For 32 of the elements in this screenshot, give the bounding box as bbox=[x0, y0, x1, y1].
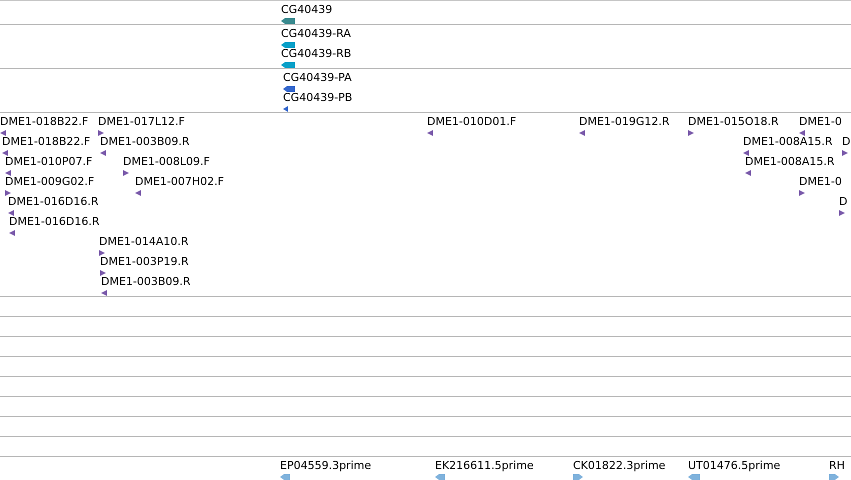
feature-label: EP04559.3prime bbox=[280, 459, 372, 472]
feature-label: DME1-008A15.R bbox=[743, 135, 833, 148]
feature-label: UT01476.5prime bbox=[688, 459, 780, 472]
feature-label: CG40439-PB bbox=[283, 91, 352, 104]
feature-label: DME1-008L09.F bbox=[123, 155, 210, 168]
feature-label: EK216611.5prime bbox=[435, 459, 534, 472]
feature-label: D bbox=[839, 195, 848, 208]
feature-label: DME1-0 bbox=[799, 115, 842, 128]
feature-label: D bbox=[842, 135, 850, 148]
feature-label: DME1-008A15.R bbox=[745, 155, 835, 168]
feature-label: DME1-010P07.F bbox=[5, 155, 92, 168]
feature-label: DME1-018B22.F bbox=[2, 135, 90, 148]
feature-label: RH bbox=[829, 459, 845, 472]
feature-label: DME1-009G02.F bbox=[5, 175, 94, 188]
feature-label: DME1-003P19.R bbox=[100, 255, 189, 268]
feature-label: DME1-014A10.R bbox=[99, 235, 189, 248]
feature-label: CG40439 bbox=[281, 3, 332, 16]
feature-label: CG40439-RA bbox=[281, 27, 351, 40]
feature-label: DME1-017L12.F bbox=[98, 115, 185, 128]
feature-label: DME1-0 bbox=[799, 175, 842, 188]
feature-label: DME1-003B09.R bbox=[100, 135, 190, 148]
feature-label: DME1-007H02.F bbox=[135, 175, 224, 188]
feature-label: CK01822.3prime bbox=[573, 459, 666, 472]
feature-label: DME1-019G12.R bbox=[579, 115, 670, 128]
feature-label: DME1-003B09.R bbox=[101, 275, 191, 288]
feature-label: DME1-010D01.F bbox=[427, 115, 516, 128]
feature-label: DME1-016D16.R bbox=[8, 195, 98, 208]
feature-label: DME1-018B22.F bbox=[0, 115, 88, 128]
feature-label: CG40439-RB bbox=[281, 47, 352, 60]
feature-label: DME1-016D16.R bbox=[9, 215, 100, 228]
feature-label: DME1-015O18.R bbox=[688, 115, 779, 128]
feature-label: CG40439-PA bbox=[283, 71, 352, 84]
